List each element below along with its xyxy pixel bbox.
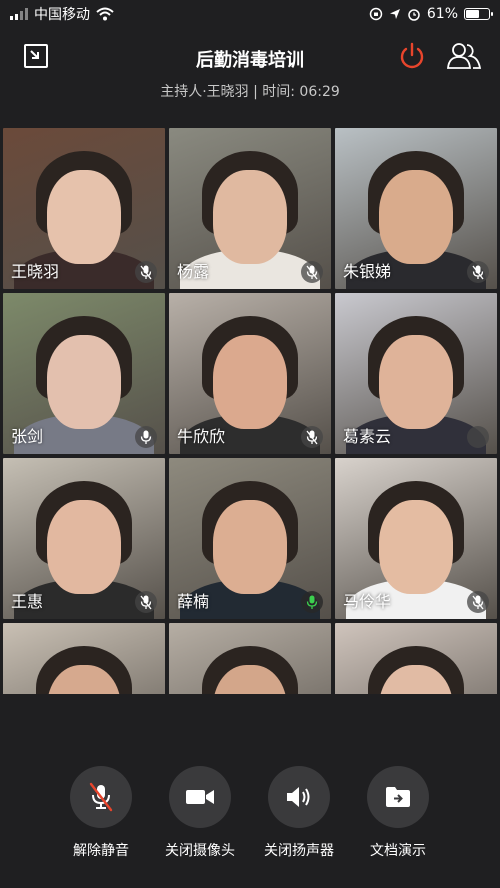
mic-status-icon	[467, 261, 489, 283]
end-meeting-button[interactable]	[396, 40, 428, 72]
participant-video-tile[interactable]: 薛楠	[169, 458, 331, 619]
participant-video-tile[interactable]	[3, 623, 165, 694]
signal-icon	[10, 8, 28, 20]
mic-status-icon	[135, 261, 157, 283]
participant-video-tile[interactable]: 葛素云	[335, 293, 497, 454]
wifi-icon	[96, 7, 114, 21]
status-bar: 中国移动 61%	[0, 0, 500, 28]
participant-video-tile[interactable]: 杨露	[169, 128, 331, 289]
participant-video-tile[interactable]: 牛欣欣	[169, 293, 331, 454]
participant-silhouette-face	[379, 169, 453, 264]
participant-name: 牛欣欣	[177, 427, 226, 446]
participant-silhouette-face	[47, 169, 121, 264]
battery-icon	[464, 8, 493, 20]
participant-silhouette-face	[47, 334, 121, 429]
status-right: 61%	[369, 6, 493, 22]
mic-status-icon	[467, 426, 489, 448]
participant-silhouette-face	[379, 334, 453, 429]
speaker-off-button[interactable]	[268, 766, 330, 828]
participant-name: 马伶华	[343, 592, 392, 611]
participant-name: 葛素云	[343, 427, 392, 446]
meeting-header: 后勤消毒培训 主持人·王晓羽 | 时间: 06:29	[0, 28, 500, 128]
participant-video-tile[interactable]	[169, 623, 331, 694]
mic-status-icon	[301, 591, 323, 613]
mic-status-icon	[467, 591, 489, 613]
lock-rotation-icon	[369, 7, 383, 21]
participant-name: 张剑	[11, 427, 44, 446]
participant-video-tile[interactable]: 马伶华	[335, 458, 497, 619]
video-grid: 王晓羽 杨露 朱银娣张剑 牛欣欣 葛素云王惠 薛楠 马伶华	[3, 128, 497, 694]
location-icon	[389, 9, 400, 19]
camera-icon	[186, 790, 214, 804]
status-left: 中国移动	[10, 4, 114, 24]
battery-fill	[466, 10, 480, 18]
participant-name: 朱银娣	[343, 262, 392, 281]
speaker-off-label: 关闭扬声器	[264, 843, 334, 859]
camera-off-button[interactable]	[169, 766, 231, 828]
participant-silhouette-face	[379, 499, 453, 594]
document-present-button[interactable]	[367, 766, 429, 828]
mic-status-icon	[135, 591, 157, 613]
mic-status-icon	[135, 426, 157, 448]
participant-name: 王晓羽	[11, 262, 60, 281]
participant-video-tile[interactable]: 张剑	[3, 293, 165, 454]
battery-percent: 61%	[426, 6, 458, 22]
document-present-label: 文档演示	[370, 843, 426, 859]
participant-name: 王惠	[11, 592, 44, 611]
mic-status-icon	[301, 426, 323, 448]
participant-name: 薛楠	[177, 592, 210, 611]
participant-video-tile[interactable]	[335, 623, 497, 694]
meeting-controls: 解除静音 关闭摄像头 关闭扬声器 文档演示	[0, 766, 500, 866]
participant-video-tile[interactable]: 王惠	[3, 458, 165, 619]
camera-control[interactable]: 关闭摄像头	[150, 766, 250, 860]
participant-silhouette-face	[213, 169, 287, 264]
folder-share-icon	[386, 787, 410, 807]
mic-status-icon	[301, 261, 323, 283]
participant-silhouette-face	[213, 334, 287, 429]
alarm-icon	[408, 9, 420, 21]
unmute-control[interactable]: 解除静音	[51, 766, 151, 860]
speaker-control[interactable]: 关闭扬声器	[249, 766, 349, 860]
participant-silhouette-face	[213, 499, 287, 594]
carrier-label: 中国移动	[34, 7, 90, 23]
participant-name: 杨露	[177, 262, 210, 281]
members-button[interactable]	[446, 40, 482, 72]
unmute-label: 解除静音	[73, 843, 129, 859]
document-control[interactable]: 文档演示	[348, 766, 448, 860]
participant-silhouette-face	[47, 499, 121, 594]
speaker-icon	[287, 787, 310, 807]
muted-mic-icon	[89, 782, 113, 812]
meeting-host-time: 主持人·王晓羽 | 时间: 06:29	[160, 84, 340, 100]
camera-off-label: 关闭摄像头	[165, 843, 235, 859]
participant-video-tile[interactable]: 朱银娣	[335, 128, 497, 289]
unmute-button[interactable]	[70, 766, 132, 828]
participant-video-tile[interactable]: 王晓羽	[3, 128, 165, 289]
